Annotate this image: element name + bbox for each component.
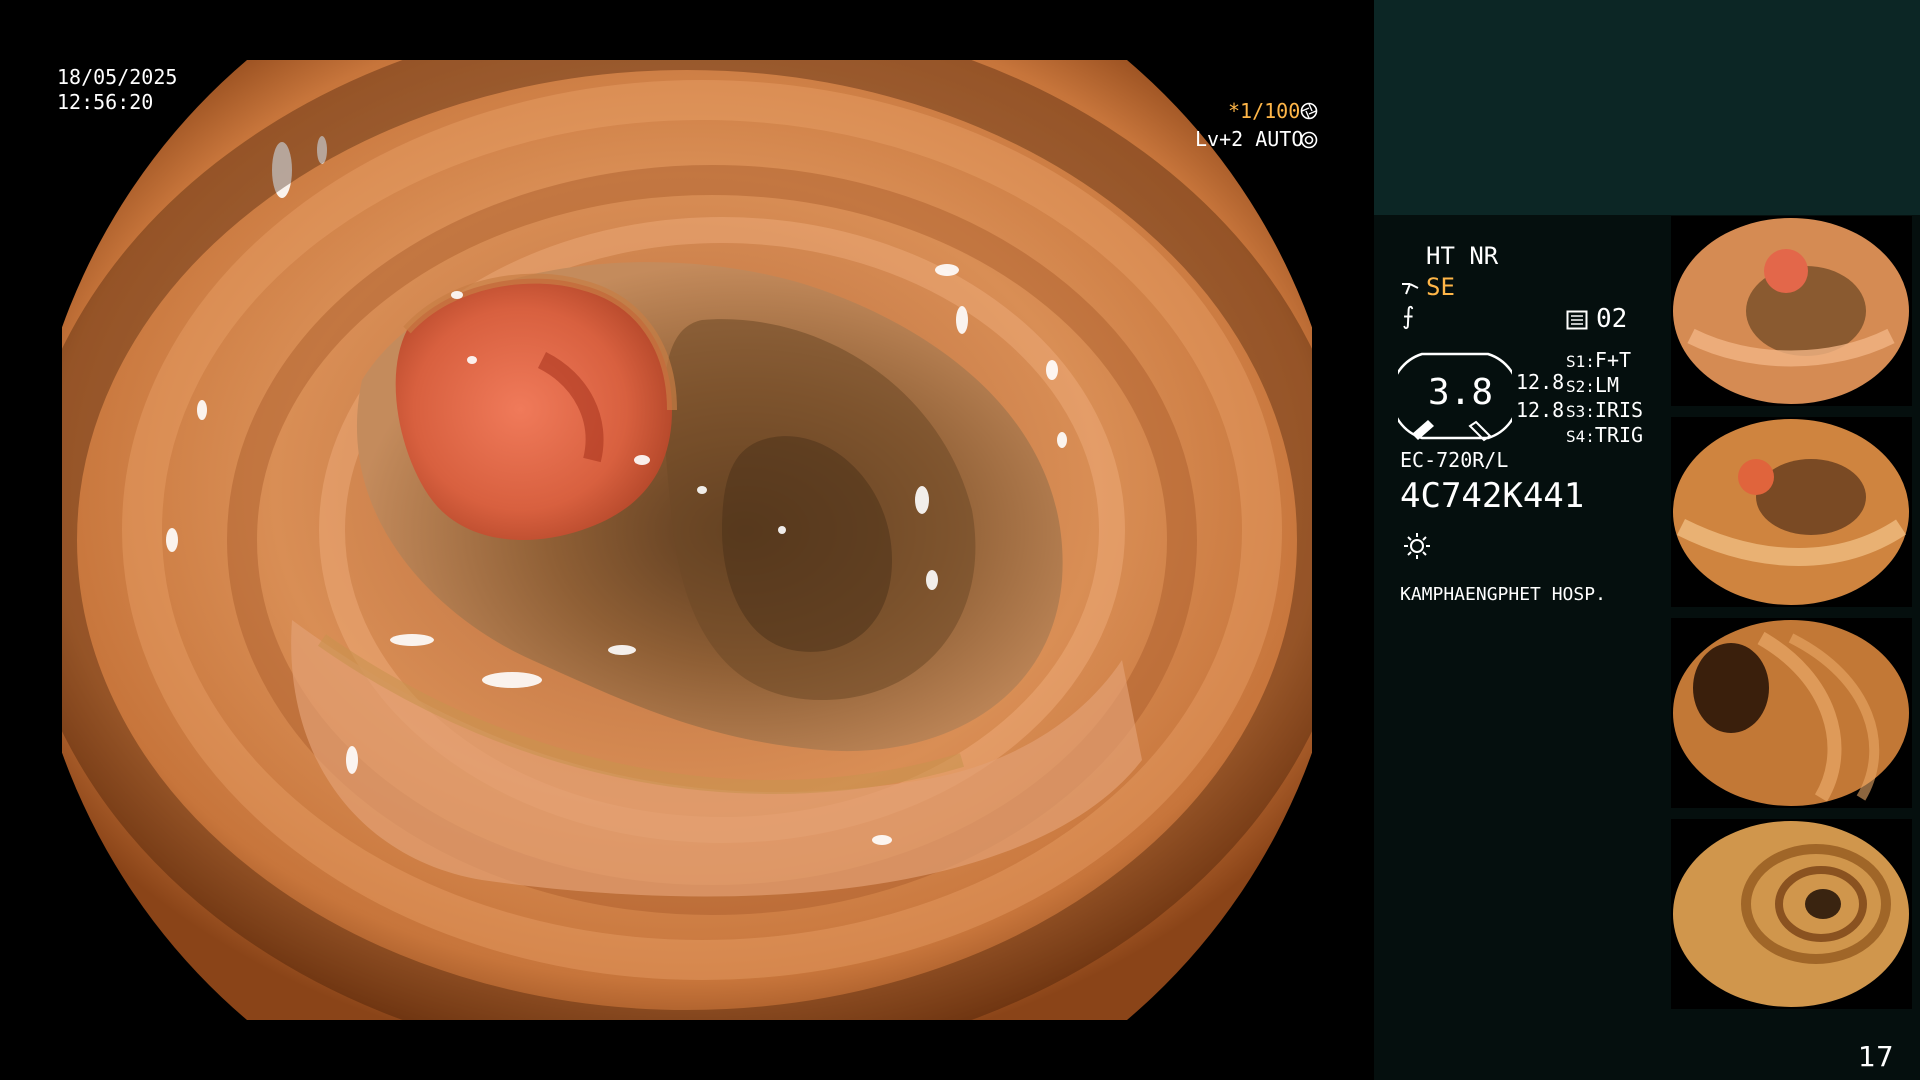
scope-model: EC-720R/L: [1400, 448, 1509, 472]
brightness-level: Lv+2 AUTO: [1195, 127, 1304, 151]
time-label: 12:56:20: [57, 90, 154, 114]
switch-key: S2:: [1566, 377, 1595, 396]
structure-enhance-icon: [1402, 283, 1419, 295]
shutter-speed: *1/100: [1228, 99, 1301, 123]
thumbnail-image: [1673, 218, 1909, 404]
switch-value: LM: [1594, 373, 1619, 397]
date-label: 18/05/2025: [57, 65, 178, 89]
switch-key: S4:: [1566, 427, 1595, 446]
memory-icon: [1566, 310, 1588, 330]
info-panel-header: [1374, 0, 1920, 215]
thumbnail-2[interactable]: [1671, 417, 1912, 607]
switch-key: S3:: [1566, 402, 1595, 421]
page-number: 17: [1858, 1040, 1894, 1073]
aperture-icon: [1300, 102, 1318, 120]
thumbnail-image: [1673, 419, 1909, 605]
hospital-name: KAMPHAENGPHET HOSP.: [1400, 584, 1606, 605]
switch-key: S1:: [1566, 352, 1595, 371]
thumbnail-4[interactable]: [1671, 819, 1912, 1009]
scope-serial: 4C742K441: [1400, 476, 1585, 516]
info-panel: HT NR SE ⨍ 02 3.8 12.8 12.8 S1:F+T S2:LM…: [1374, 0, 1920, 1080]
switch-value: F+T: [1594, 348, 1632, 372]
endoscopic-image: [62, 60, 1312, 1020]
thumbnail-1[interactable]: [1671, 216, 1912, 406]
thumbnail-image: [1673, 821, 1909, 1007]
se-label: SE: [1426, 273, 1455, 301]
thumbnail-3[interactable]: [1671, 618, 1912, 808]
memory-count: 02: [1596, 304, 1628, 334]
thumbnail-image: [1673, 620, 1909, 806]
iris-icon: [1300, 131, 1318, 149]
ratio-top: 12.8: [1516, 370, 1565, 394]
scope-value: 3.8: [1428, 372, 1494, 413]
ht-nr-label: HT NR: [1426, 242, 1499, 270]
switch-value: IRIS: [1594, 398, 1644, 422]
light-icon: [1404, 533, 1430, 559]
ratio-bottom: 12.8: [1516, 398, 1565, 422]
endoscopy-view: 18/05/2025 12:56:20 *1/100 Lv+2 AUTO: [0, 0, 1374, 1080]
ce-symbol: ⨍: [1402, 302, 1415, 330]
switch-value: TRIG: [1594, 423, 1644, 447]
